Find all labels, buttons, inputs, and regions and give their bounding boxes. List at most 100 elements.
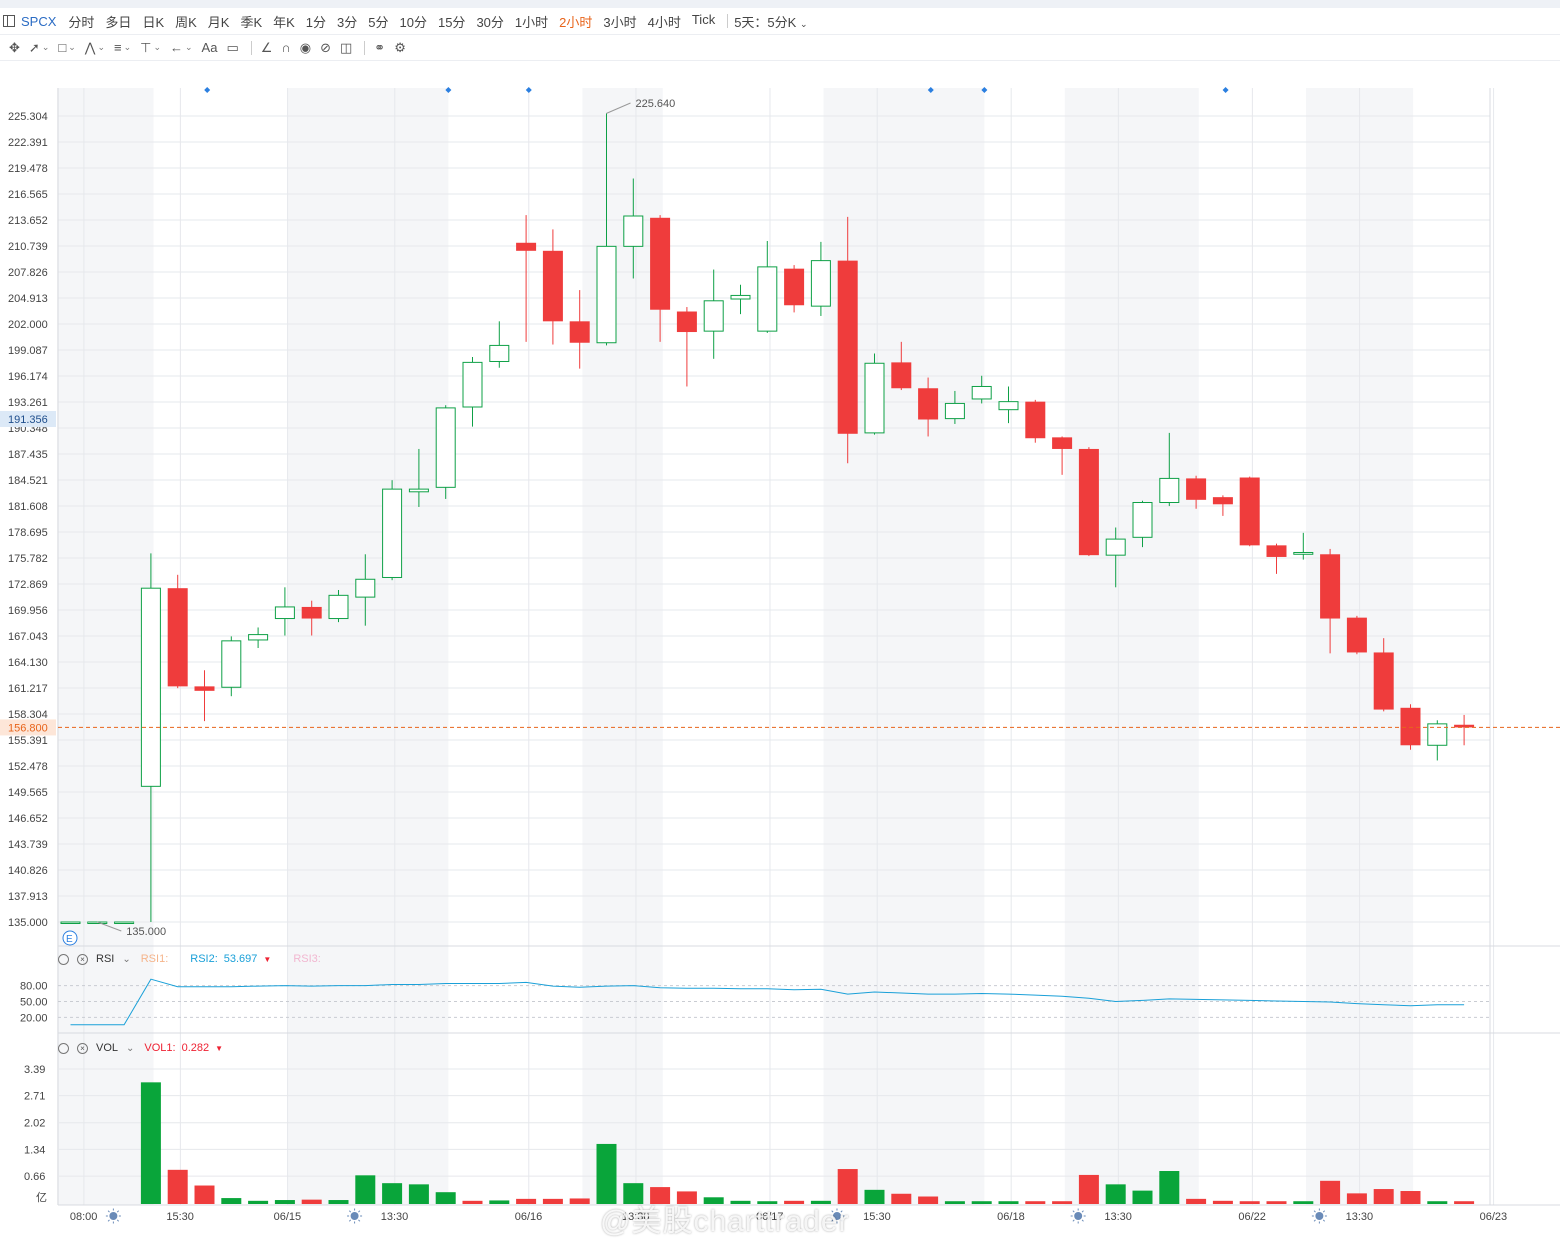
y-tick-label: 152.478	[8, 761, 48, 773]
arrow-icon[interactable]: ← ⌄	[170, 40, 193, 55]
x-tick-label: 06/18	[997, 1211, 1025, 1223]
candle-body	[676, 311, 697, 333]
y-tick-label: 225.304	[8, 111, 48, 123]
candle-body	[1025, 401, 1046, 439]
timeframe-12[interactable]: 30分	[476, 12, 503, 31]
volume-bar	[435, 1192, 456, 1204]
timeframe-11[interactable]: 15分	[438, 12, 465, 31]
chart-canvas[interactable]: 135.000 137.913 140.826 143.739 146.652 149.5…	[0, 62, 1560, 1252]
candle-body	[596, 245, 617, 344]
sun-ray	[1081, 1219, 1084, 1222]
caret-down-icon: ▼	[215, 1043, 224, 1053]
chevron-down-icon[interactable]: ⌄	[122, 954, 130, 965]
move-icon[interactable]: ✥	[9, 40, 20, 56]
panel-toggle-icon[interactable]	[3, 15, 15, 27]
timeframe-4[interactable]: 月K	[208, 12, 230, 31]
y-tick-label: 175.782	[8, 553, 48, 565]
timeframe-15[interactable]: 3小时	[603, 12, 636, 31]
timeframe-13[interactable]: 1小时	[515, 12, 548, 31]
timeframe-1[interactable]: 多日	[105, 12, 131, 31]
volume-bar	[596, 1143, 617, 1204]
candle-body	[1320, 554, 1341, 619]
y-tick-label: 213.652	[8, 215, 48, 227]
timeframe-toolbar: SPCX 分时 多日 日K 周K 月K 季K 年K 1分 3分 5分 10分 15分 30分 1小时 2小时…	[0, 8, 1560, 35]
pattern-icon[interactable]: ⋀ ⌄	[85, 40, 105, 56]
x-tick-label: 08:00	[70, 1211, 98, 1223]
volume-bar	[944, 1201, 965, 1204]
rsi-level-label: 50.00	[20, 997, 48, 1009]
timeframe-5[interactable]: 季K	[240, 12, 262, 31]
event-marker-icon	[525, 87, 532, 93]
fib-icon[interactable]: ≡ ⌄	[114, 40, 131, 55]
y-tick-label: 204.913	[8, 293, 48, 305]
volume-bar	[328, 1200, 349, 1204]
vol-close-icon[interactable]: ×	[77, 1042, 88, 1054]
candle-body	[221, 640, 242, 688]
caret-down-icon: ▼	[263, 954, 272, 964]
timeframe-8[interactable]: 3分	[337, 12, 357, 31]
y-tick-label: 196.174	[8, 371, 48, 383]
candle-body	[757, 266, 778, 332]
measure-icon[interactable]: ⊤ ⌄	[140, 40, 161, 56]
volume-bar	[167, 1169, 188, 1204]
volume-bar	[1320, 1180, 1341, 1204]
volume-bar	[1052, 1201, 1073, 1204]
y-tick-label: 210.739	[8, 241, 48, 253]
volume-bar	[140, 1082, 161, 1204]
timeframe-17[interactable]: Tick	[692, 12, 715, 31]
candle-body	[1212, 497, 1233, 505]
comment-icon[interactable]: ▭	[226, 40, 238, 56]
rsi-level-label: 20.00	[20, 1012, 48, 1024]
volume-bar	[1025, 1201, 1046, 1204]
ruler-icon[interactable]: ∠	[261, 40, 273, 56]
candle-body	[891, 362, 912, 389]
candle-body	[1239, 477, 1260, 546]
volume-bar	[301, 1199, 322, 1204]
y-tick-label: 149.565	[8, 787, 48, 799]
candle-body	[382, 488, 403, 578]
timeframe-3[interactable]: 周K	[175, 12, 197, 31]
rsi-close-icon[interactable]: ×	[77, 953, 88, 965]
candle-body	[435, 407, 456, 488]
eye-icon[interactable]: ◉	[300, 40, 311, 56]
settings-icon[interactable]: ⚙	[394, 40, 406, 56]
timeframe-0[interactable]: 分时	[68, 12, 94, 31]
high-price-label: 225.640	[636, 98, 676, 110]
timeframe-14[interactable]: 2小时	[559, 12, 592, 31]
hide-icon[interactable]: ⊘	[320, 40, 331, 56]
volume-bar	[891, 1193, 912, 1204]
timeframe-9[interactable]: 5分	[368, 12, 388, 31]
candle-body	[355, 578, 376, 598]
candle-body	[998, 401, 1019, 411]
timeframe-7[interactable]: 1分	[306, 12, 326, 31]
trash-icon[interactable]: ◫	[340, 40, 352, 56]
sun-ray	[1072, 1210, 1075, 1213]
candle-body	[274, 606, 295, 620]
chevron-down-icon[interactable]: ⌄	[126, 1043, 134, 1054]
volume-bar	[221, 1198, 242, 1204]
rect-icon[interactable]: □ ⌄	[58, 40, 75, 55]
volume-bar	[864, 1189, 885, 1204]
candle-body	[462, 361, 483, 408]
sun-ray	[1322, 1219, 1326, 1222]
symbol-label[interactable]: SPCX	[21, 14, 56, 29]
timeframe-2[interactable]: 日K	[142, 12, 164, 31]
candle-body	[864, 362, 885, 434]
y-tick-label: 219.478	[8, 163, 48, 175]
text-icon[interactable]: Aa	[202, 40, 218, 55]
rsi-settings-icon[interactable]	[58, 953, 69, 965]
toolbar-divider	[250, 40, 252, 55]
timeframe-16[interactable]: 4小时	[648, 12, 681, 31]
y-tick-label: 193.261	[8, 397, 48, 409]
sun-ray	[1322, 1210, 1326, 1213]
sun-ray	[107, 1219, 110, 1222]
vol-settings-icon[interactable]	[58, 1042, 69, 1054]
magnet-icon[interactable]: ∩	[281, 40, 290, 55]
drawing-toolbar: ✥ ➚ ⌄ □ ⌄ ⋀ ⌄ ≡ ⌄ ⊤ ⌄ ← ⌄ Aa ▭ ∠ ∩ ◉ ⊘ ◫ ⚭ ⚙	[0, 35, 1560, 61]
line-icon[interactable]: ➚ ⌄	[29, 40, 49, 56]
timeframe-6[interactable]: 年K	[273, 12, 295, 31]
more-timeframes-dropdown[interactable]: 5天：5分K ⌄	[734, 12, 807, 31]
vol-name: VOL	[96, 1042, 119, 1054]
link-icon[interactable]: ⚭	[374, 40, 385, 56]
timeframe-10[interactable]: 10分	[400, 12, 427, 31]
